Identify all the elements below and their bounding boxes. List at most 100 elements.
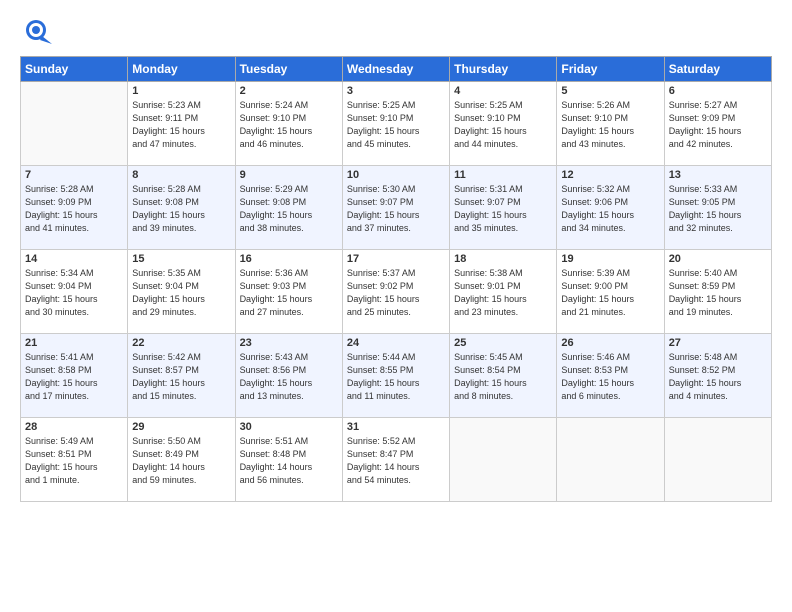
weekday-header-wednesday: Wednesday	[342, 57, 449, 82]
calendar-week-row: 21Sunrise: 5:41 AM Sunset: 8:58 PM Dayli…	[21, 334, 772, 418]
day-number: 11	[454, 169, 552, 181]
calendar-cell: 12 Sunrise: 5:32 AM Sunset: 9:06 PM Dayli…	[557, 166, 664, 250]
calendar-cell	[664, 418, 771, 502]
day-info: Sunrise: 5:51 AM Sunset: 8:48 PM Dayligh…	[240, 435, 338, 487]
day-number: 12	[561, 169, 659, 181]
header	[20, 18, 772, 50]
day-number: 19	[561, 253, 659, 265]
calendar-cell: 19 Sunrise: 5:39 AM Sunset: 9:00 PM Dayli…	[557, 250, 664, 334]
calendar-cell: 13 Sunrise: 5:33 AM Sunset: 9:05 PM Dayli…	[664, 166, 771, 250]
day-info: Sunrise: 5:42 AM Sunset: 8:57 PM Dayligh…	[132, 351, 230, 403]
calendar-cell: 26 Sunrise: 5:46 AM Sunset: 8:53 PM Dayli…	[557, 334, 664, 418]
calendar-cell: 6 Sunrise: 5:27 AM Sunset: 9:09 PM Daylig…	[664, 82, 771, 166]
logo-icon	[20, 18, 52, 50]
day-info: Sunrise: 5:28 AM Sunset: 9:08 PM Dayligh…	[132, 183, 230, 235]
weekday-header-sunday: Sunday	[21, 57, 128, 82]
day-info: Sunrise: 5:44 AM Sunset: 8:55 PM Dayligh…	[347, 351, 445, 403]
calendar-cell: 18 Sunrise: 5:38 AM Sunset: 9:01 PM Dayli…	[450, 250, 557, 334]
weekday-header-tuesday: Tuesday	[235, 57, 342, 82]
day-info: Sunrise: 5:49 AM Sunset: 8:51 PM Dayligh…	[25, 435, 123, 487]
calendar-cell: 21Sunrise: 5:41 AM Sunset: 8:58 PM Dayli…	[21, 334, 128, 418]
calendar-cell: 30 Sunrise: 5:51 AM Sunset: 8:48 PM Dayli…	[235, 418, 342, 502]
weekday-header-thursday: Thursday	[450, 57, 557, 82]
calendar-week-row: 14Sunrise: 5:34 AM Sunset: 9:04 PM Dayli…	[21, 250, 772, 334]
day-number: 26	[561, 337, 659, 349]
day-info: Sunrise: 5:23 AM Sunset: 9:11 PM Dayligh…	[132, 99, 230, 151]
calendar-cell: 5 Sunrise: 5:26 AM Sunset: 9:10 PM Daylig…	[557, 82, 664, 166]
calendar-cell	[557, 418, 664, 502]
calendar-cell: 1 Sunrise: 5:23 AM Sunset: 9:11 PM Daylig…	[128, 82, 235, 166]
calendar-cell: 8 Sunrise: 5:28 AM Sunset: 9:08 PM Daylig…	[128, 166, 235, 250]
day-number: 2	[240, 85, 338, 97]
day-number: 17	[347, 253, 445, 265]
day-number: 6	[669, 85, 767, 97]
day-number: 13	[669, 169, 767, 181]
day-number: 23	[240, 337, 338, 349]
calendar-week-row: 7 Sunrise: 5:28 AM Sunset: 9:09 PM Daylig…	[21, 166, 772, 250]
day-number: 18	[454, 253, 552, 265]
day-number: 10	[347, 169, 445, 181]
calendar-cell	[450, 418, 557, 502]
day-number: 30	[240, 421, 338, 433]
calendar-week-row: 28 Sunrise: 5:49 AM Sunset: 8:51 PM Dayli…	[21, 418, 772, 502]
calendar-cell: 15 Sunrise: 5:35 AM Sunset: 9:04 PM Dayli…	[128, 250, 235, 334]
day-info: Sunrise: 5:35 AM Sunset: 9:04 PM Dayligh…	[132, 267, 230, 319]
calendar-cell: 23 Sunrise: 5:43 AM Sunset: 8:56 PM Dayli…	[235, 334, 342, 418]
day-info: Sunrise: 5:43 AM Sunset: 8:56 PM Dayligh…	[240, 351, 338, 403]
day-info: Sunrise: 5:25 AM Sunset: 9:10 PM Dayligh…	[454, 99, 552, 151]
day-number: 5	[561, 85, 659, 97]
day-number: 3	[347, 85, 445, 97]
day-info: Sunrise: 5:39 AM Sunset: 9:00 PM Dayligh…	[561, 267, 659, 319]
day-info: Sunrise: 5:27 AM Sunset: 9:09 PM Dayligh…	[669, 99, 767, 151]
day-number: 15	[132, 253, 230, 265]
weekday-header-monday: Monday	[128, 57, 235, 82]
calendar-cell: 25Sunrise: 5:45 AM Sunset: 8:54 PM Dayli…	[450, 334, 557, 418]
calendar-cell: 31 Sunrise: 5:52 AM Sunset: 8:47 PM Dayli…	[342, 418, 449, 502]
day-number: 22	[132, 337, 230, 349]
day-number: 31	[347, 421, 445, 433]
day-info: Sunrise: 5:41 AM Sunset: 8:58 PM Dayligh…	[25, 351, 123, 403]
day-info: Sunrise: 5:31 AM Sunset: 9:07 PM Dayligh…	[454, 183, 552, 235]
day-number: 20	[669, 253, 767, 265]
calendar-cell: 22 Sunrise: 5:42 AM Sunset: 8:57 PM Dayli…	[128, 334, 235, 418]
day-number: 4	[454, 85, 552, 97]
weekday-header-saturday: Saturday	[664, 57, 771, 82]
calendar-cell: 27 Sunrise: 5:48 AM Sunset: 8:52 PM Dayli…	[664, 334, 771, 418]
weekday-header-friday: Friday	[557, 57, 664, 82]
calendar-cell: 24 Sunrise: 5:44 AM Sunset: 8:55 PM Dayli…	[342, 334, 449, 418]
day-number: 8	[132, 169, 230, 181]
day-info: Sunrise: 5:25 AM Sunset: 9:10 PM Dayligh…	[347, 99, 445, 151]
calendar-cell: 4 Sunrise: 5:25 AM Sunset: 9:10 PM Daylig…	[450, 82, 557, 166]
page: SundayMondayTuesdayWednesdayThursdayFrid…	[0, 0, 792, 612]
day-info: Sunrise: 5:48 AM Sunset: 8:52 PM Dayligh…	[669, 351, 767, 403]
calendar-cell: 17 Sunrise: 5:37 AM Sunset: 9:02 PM Dayli…	[342, 250, 449, 334]
day-info: Sunrise: 5:28 AM Sunset: 9:09 PM Dayligh…	[25, 183, 123, 235]
day-number: 24	[347, 337, 445, 349]
calendar-cell: 14Sunrise: 5:34 AM Sunset: 9:04 PM Dayli…	[21, 250, 128, 334]
day-info: Sunrise: 5:36 AM Sunset: 9:03 PM Dayligh…	[240, 267, 338, 319]
day-number: 1	[132, 85, 230, 97]
calendar-cell: 20 Sunrise: 5:40 AM Sunset: 8:59 PM Dayli…	[664, 250, 771, 334]
day-info: Sunrise: 5:26 AM Sunset: 9:10 PM Dayligh…	[561, 99, 659, 151]
day-info: Sunrise: 5:33 AM Sunset: 9:05 PM Dayligh…	[669, 183, 767, 235]
day-info: Sunrise: 5:38 AM Sunset: 9:01 PM Dayligh…	[454, 267, 552, 319]
day-info: Sunrise: 5:50 AM Sunset: 8:49 PM Dayligh…	[132, 435, 230, 487]
day-info: Sunrise: 5:37 AM Sunset: 9:02 PM Dayligh…	[347, 267, 445, 319]
day-info: Sunrise: 5:52 AM Sunset: 8:47 PM Dayligh…	[347, 435, 445, 487]
day-number: 28	[25, 421, 123, 433]
calendar-cell: 2Sunrise: 5:24 AM Sunset: 9:10 PM Daylig…	[235, 82, 342, 166]
day-info: Sunrise: 5:40 AM Sunset: 8:59 PM Dayligh…	[669, 267, 767, 319]
day-number: 27	[669, 337, 767, 349]
day-info: Sunrise: 5:46 AM Sunset: 8:53 PM Dayligh…	[561, 351, 659, 403]
day-info: Sunrise: 5:32 AM Sunset: 9:06 PM Dayligh…	[561, 183, 659, 235]
calendar-cell: 7 Sunrise: 5:28 AM Sunset: 9:09 PM Daylig…	[21, 166, 128, 250]
day-info: Sunrise: 5:45 AM Sunset: 8:54 PM Dayligh…	[454, 351, 552, 403]
day-number: 7	[25, 169, 123, 181]
calendar-cell: 9Sunrise: 5:29 AM Sunset: 9:08 PM Daylig…	[235, 166, 342, 250]
calendar-table: SundayMondayTuesdayWednesdayThursdayFrid…	[20, 56, 772, 502]
day-info: Sunrise: 5:29 AM Sunset: 9:08 PM Dayligh…	[240, 183, 338, 235]
day-info: Sunrise: 5:30 AM Sunset: 9:07 PM Dayligh…	[347, 183, 445, 235]
calendar-cell: 3 Sunrise: 5:25 AM Sunset: 9:10 PM Daylig…	[342, 82, 449, 166]
calendar-cell: 11 Sunrise: 5:31 AM Sunset: 9:07 PM Dayli…	[450, 166, 557, 250]
calendar-cell: 16Sunrise: 5:36 AM Sunset: 9:03 PM Dayli…	[235, 250, 342, 334]
